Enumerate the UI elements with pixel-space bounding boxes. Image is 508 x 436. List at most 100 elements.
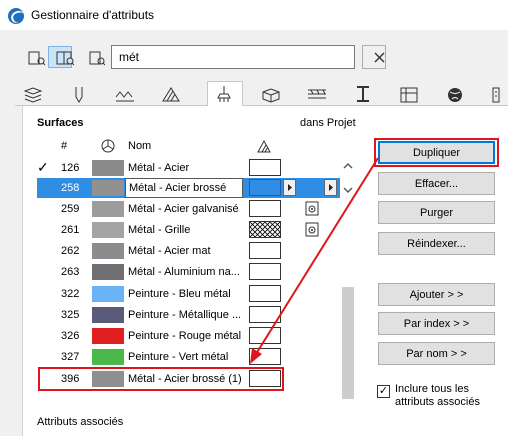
color-swatch	[92, 180, 124, 196]
search-row	[0, 40, 508, 72]
row-name: Métal - Aluminium na...	[128, 266, 240, 278]
tab-line-types[interactable]	[107, 82, 143, 106]
include-associated-label: Inclure tous les attributs associés	[395, 383, 480, 409]
tab-profiles[interactable]	[345, 82, 381, 106]
column-number[interactable]: #	[61, 140, 67, 158]
row-number: 261	[61, 224, 80, 236]
graphic-overrides-icon	[492, 87, 500, 103]
color-swatch	[92, 328, 124, 344]
row-number: 262	[61, 245, 80, 257]
row-name: Peinture - Bleu métal	[128, 288, 231, 300]
column-name[interactable]: Nom	[128, 140, 151, 158]
zone-categories-icon	[400, 87, 418, 103]
row-number: 126	[61, 162, 80, 174]
archicad-icon	[8, 8, 24, 24]
add-button[interactable]: Ajouter > >	[378, 283, 495, 306]
delete-button[interactable]: Effacer...	[378, 172, 495, 195]
profile-icon	[357, 86, 369, 102]
highlight-duplicate	[374, 138, 499, 167]
attribute-tabs	[15, 81, 508, 107]
tab-zone-categories[interactable]	[391, 82, 427, 106]
clear-search-button[interactable]	[362, 45, 386, 69]
table-row[interactable]: ✓ 126 Métal - Acier	[37, 158, 341, 178]
arrow-right-icon	[288, 184, 292, 191]
color-swatch	[92, 286, 124, 302]
by-index-button[interactable]: Par index > >	[378, 312, 495, 335]
composites-icon	[308, 89, 326, 99]
fill-preview	[249, 179, 281, 196]
row-name: Métal - Acier mat	[128, 245, 211, 257]
in-use-check-icon	[37, 221, 49, 237]
table-row[interactable]: 325 Peinture - Métallique ...	[37, 305, 341, 325]
include-associated-checkbox[interactable]: ✓	[377, 385, 390, 398]
view-mode-right-icon[interactable]	[79, 46, 106, 68]
fill-icon	[162, 87, 180, 102]
fill-preview-crosshatch	[249, 221, 281, 238]
table-row[interactable]: 262 Métal - Acier mat	[37, 241, 341, 261]
color-swatch	[92, 201, 124, 217]
tab-fills[interactable]	[153, 82, 189, 106]
row-number: 322	[61, 288, 80, 300]
color-swatch	[92, 264, 124, 280]
tab-surfaces[interactable]	[207, 81, 243, 107]
table-row[interactable]: 263 Métal - Aluminium na...	[37, 262, 341, 282]
pen-icon	[75, 87, 83, 103]
fill-preview	[249, 285, 281, 302]
associated-attributes-label: Attributs associés	[37, 416, 124, 428]
table-row[interactable]: 259 Métal - Acier galvanisé	[37, 199, 341, 219]
include-label-line1: Inclure tous les	[395, 383, 469, 395]
texture-icon	[305, 222, 319, 237]
table-row[interactable]: 261 Métal - Grille	[37, 220, 341, 240]
column-fill[interactable]	[256, 139, 272, 157]
row-number: 325	[61, 309, 80, 321]
fill-preview	[249, 242, 281, 259]
table-row[interactable]: 326 Peinture - Rouge métal	[37, 326, 341, 346]
row-name: Peinture - Métallique ...	[128, 309, 242, 321]
in-use-check-icon	[37, 242, 49, 258]
column-scope[interactable]	[101, 139, 115, 157]
tab-layers[interactable]	[15, 82, 51, 106]
table-row-selected[interactable]: 258 Métal - Acier brossé	[37, 178, 341, 198]
view-mode-both-icon[interactable]	[48, 46, 75, 68]
by-name-button[interactable]: Par nom > >	[378, 342, 495, 365]
scroll-down-icon[interactable]	[342, 184, 354, 196]
tab-more[interactable]	[483, 82, 508, 106]
tab-building-materials[interactable]	[253, 82, 289, 106]
row-number: 263	[61, 266, 80, 278]
color-swatch	[92, 222, 124, 238]
row-number: 259	[61, 203, 80, 215]
fill-preview	[249, 200, 281, 217]
view-mode-left-icon[interactable]	[19, 46, 46, 68]
table-row[interactable]: 322 Peinture - Bleu métal	[37, 284, 341, 304]
fill-icon	[257, 139, 271, 153]
tab-operation-profiles[interactable]	[437, 82, 473, 106]
project-column-label: dans Projet	[300, 117, 356, 129]
list-scrollbar[interactable]	[340, 150, 356, 402]
title-bar: Gestionnaire d'attributs	[0, 0, 508, 30]
scrollbar-thumb[interactable]	[342, 287, 354, 399]
fill-preview	[249, 327, 281, 344]
highlight-new-row	[38, 367, 284, 391]
window-title: Gestionnaire d'attributs	[31, 8, 155, 22]
color-swatch	[92, 307, 124, 323]
fill-preview	[249, 306, 281, 323]
row-name-edit-field[interactable]: Métal - Acier brossé	[125, 178, 243, 198]
reindex-button[interactable]: Réindexer...	[378, 232, 495, 255]
table-row[interactable]: 327 Peinture - Vert métal	[37, 347, 341, 367]
in-use-check-icon	[37, 179, 49, 195]
search-input[interactable]	[111, 45, 355, 69]
scroll-up-icon[interactable]	[342, 160, 354, 172]
fill-arrow-button[interactable]	[283, 179, 296, 196]
tab-pens[interactable]	[61, 82, 97, 106]
color-swatch	[92, 243, 124, 259]
row-number: 326	[61, 330, 80, 342]
texture-icon	[305, 201, 319, 216]
row-number: 327	[61, 351, 80, 363]
fill-preview	[249, 348, 281, 365]
tab-composites[interactable]	[299, 82, 335, 106]
in-use-check-icon	[37, 306, 49, 322]
purge-button[interactable]: Purger	[378, 201, 495, 224]
project-arrow-button[interactable]	[324, 179, 337, 196]
section-label: Surfaces	[37, 117, 84, 129]
include-label-line2: attributs associés	[395, 396, 480, 408]
